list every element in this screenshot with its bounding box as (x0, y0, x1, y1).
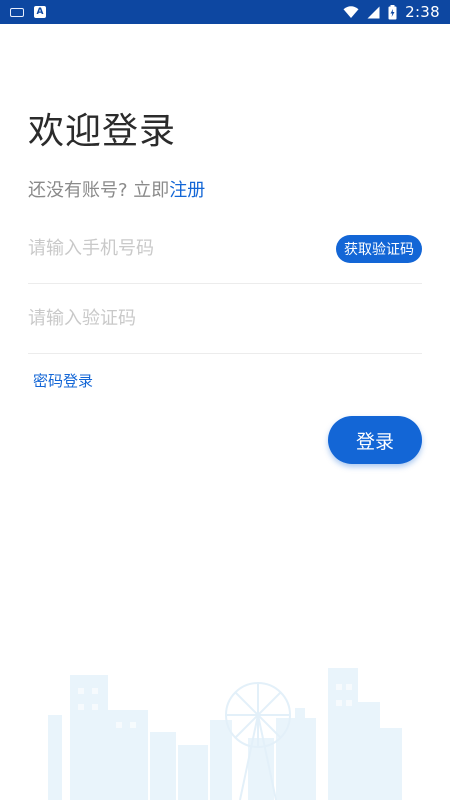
status-left-icons: A (10, 6, 46, 18)
city-skyline-illustration (48, 668, 402, 800)
get-code-button[interactable]: 获取验证码 (336, 234, 422, 263)
code-field-row (28, 284, 422, 354)
register-prompt: 还没有账号? 立即注册 (28, 176, 205, 202)
battery-charging-icon (388, 4, 397, 20)
keyboard-icon (10, 7, 24, 17)
login-button[interactable]: 登录 (328, 416, 422, 464)
register-prompt-text: 还没有账号? 立即 (28, 180, 170, 201)
verification-code-input[interactable] (28, 298, 308, 339)
wifi-icon (343, 5, 359, 19)
phone-field-row: 获取验证码 (28, 214, 422, 284)
cell-signal-icon (367, 6, 380, 19)
page-title: 欢迎登录 (28, 111, 177, 152)
register-link[interactable]: 注册 (169, 180, 205, 201)
status-time: 2:38 (405, 3, 440, 21)
status-bar: A 2:38 (0, 0, 450, 24)
status-right-icons: 2:38 (343, 3, 440, 21)
phone-input[interactable] (28, 228, 308, 269)
app-a-icon: A (34, 6, 46, 18)
password-login-link[interactable]: 密码登录 (33, 370, 93, 391)
